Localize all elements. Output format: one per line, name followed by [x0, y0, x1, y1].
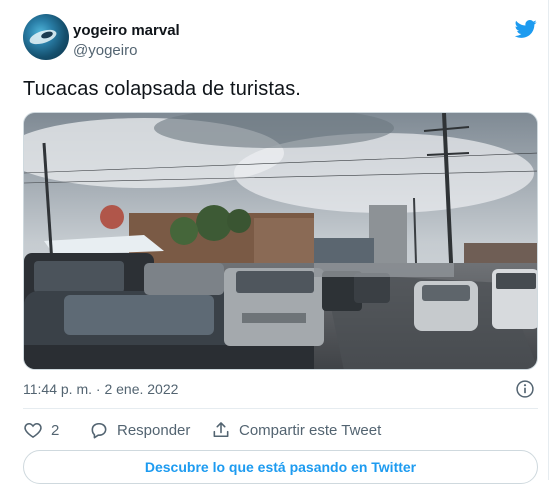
like-count: 2 — [51, 421, 60, 439]
info-icon[interactable] — [515, 379, 535, 399]
like-button[interactable]: 2 — [23, 420, 59, 440]
divider — [23, 408, 538, 409]
twitter-bird-icon[interactable] — [515, 18, 537, 40]
tweet-card: yogeiro marval @yogeiro Tucacas colapsad… — [1, 0, 549, 484]
tweet-timestamp[interactable]: 11:44 p. m. · 2 ene. 2022 — [23, 381, 178, 397]
heart-icon — [24, 422, 42, 439]
share-label: Compartir este Tweet — [239, 421, 382, 439]
avatar-image — [29, 29, 57, 45]
author-name[interactable]: yogeiro marval — [73, 22, 180, 39]
author-handle[interactable]: @yogeiro — [73, 42, 137, 59]
reply-button[interactable]: Responder — [89, 420, 190, 440]
reply-label: Responder — [117, 421, 191, 439]
discover-twitter-button[interactable]: Descubre lo que está pasando en Twitter — [23, 450, 538, 484]
traffic-street-photo — [24, 113, 537, 369]
reply-icon — [91, 422, 107, 439]
tweet-text: Tucacas colapsada de turistas. — [23, 78, 301, 100]
share-button[interactable]: Compartir este Tweet — [211, 420, 381, 440]
tweet-photo[interactable] — [23, 112, 538, 370]
share-icon — [213, 422, 229, 438]
avatar[interactable] — [23, 14, 69, 60]
